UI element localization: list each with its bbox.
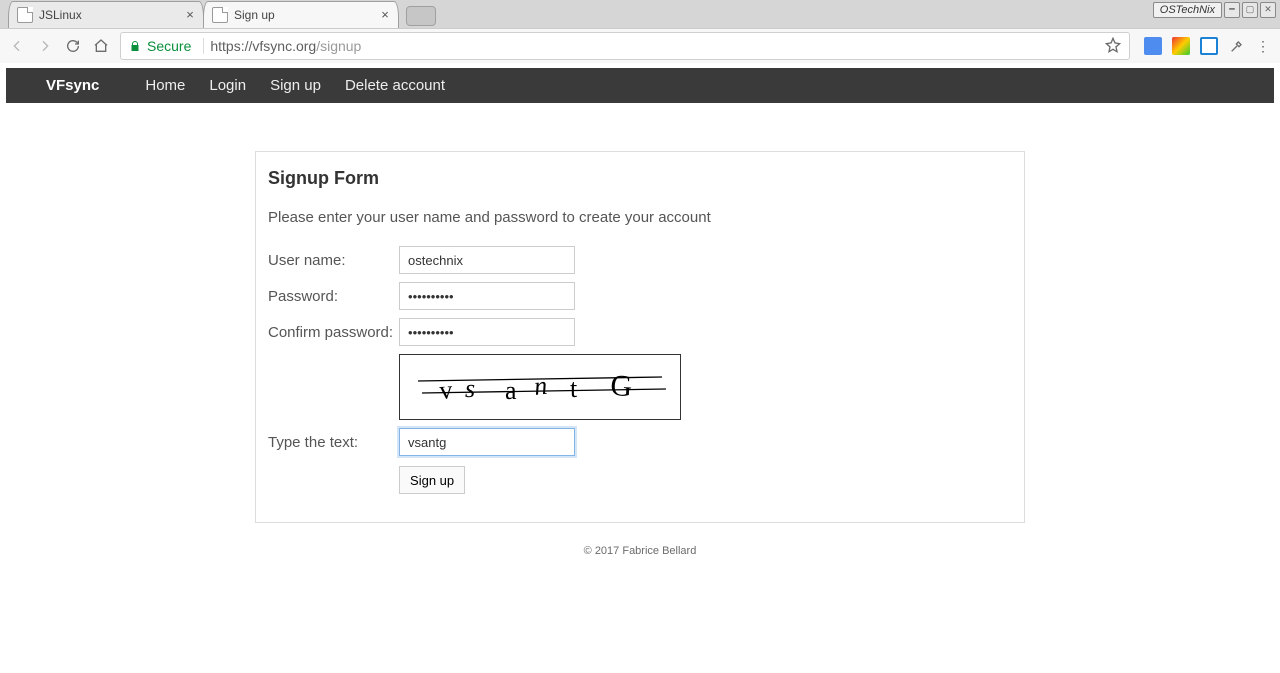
url-host: vfsync.org bbox=[252, 38, 316, 54]
url-scheme: https:// bbox=[210, 38, 252, 54]
svg-text:a: a bbox=[505, 376, 517, 405]
address-bar-row: Secure https://vfsync.org/signup ⋮ bbox=[0, 28, 1280, 63]
label-confirm: Confirm password: bbox=[268, 314, 399, 350]
tab-strip: JSLinux × Sign up × bbox=[0, 0, 1280, 28]
page-icon bbox=[212, 7, 228, 23]
page-icon bbox=[17, 7, 33, 23]
svg-text:G: G bbox=[610, 369, 633, 403]
page-footer: © 2017 Fabrice Bellard bbox=[0, 545, 1280, 557]
extension-translate-icon[interactable] bbox=[1144, 37, 1162, 55]
extension-chrome-store-icon[interactable] bbox=[1172, 37, 1190, 55]
label-password: Password: bbox=[268, 278, 399, 314]
bookmark-star-icon[interactable] bbox=[1105, 37, 1121, 56]
nav-home[interactable]: Home bbox=[145, 77, 185, 94]
site-navbar: VFsync Home Login Sign up Delete account bbox=[6, 68, 1274, 103]
browser-chrome: OSTechNix ━ ▢ ✕ JSLinux × Sign up × bbox=[0, 0, 1280, 63]
tab-signup[interactable]: Sign up × bbox=[203, 1, 399, 28]
username-field[interactable] bbox=[399, 246, 575, 274]
tab-title: JSLinux bbox=[39, 8, 181, 22]
back-icon[interactable] bbox=[8, 37, 26, 55]
extension-screenshot-icon[interactable] bbox=[1200, 37, 1218, 55]
svg-text:s: s bbox=[465, 374, 475, 403]
window-maximize-button[interactable]: ▢ bbox=[1242, 2, 1258, 18]
confirm-password-field[interactable] bbox=[399, 318, 575, 346]
address-bar[interactable]: Secure https://vfsync.org/signup bbox=[120, 32, 1130, 60]
label-username: User name: bbox=[268, 242, 399, 278]
window-controls: ━ ▢ ✕ bbox=[1224, 2, 1276, 18]
home-icon[interactable] bbox=[92, 37, 110, 55]
label-captcha: Type the text: bbox=[268, 424, 399, 460]
password-field[interactable] bbox=[399, 282, 575, 310]
eyedropper-icon[interactable] bbox=[1228, 37, 1246, 55]
brand[interactable]: VFsync bbox=[46, 77, 99, 94]
page-body: Signup Form Please enter your user name … bbox=[0, 103, 1280, 523]
signup-card: Signup Form Please enter your user name … bbox=[255, 151, 1025, 523]
url-path: /signup bbox=[316, 38, 361, 54]
form-heading: Signup Form bbox=[268, 168, 1012, 189]
forward-icon[interactable] bbox=[36, 37, 54, 55]
new-tab-button[interactable] bbox=[406, 6, 436, 26]
signup-button[interactable]: Sign up bbox=[399, 466, 465, 494]
separator bbox=[203, 38, 204, 54]
nav-signup[interactable]: Sign up bbox=[270, 77, 321, 94]
svg-text:v: v bbox=[438, 375, 453, 405]
captcha-image: v s a n t G bbox=[399, 354, 681, 420]
signup-form: User name: Password: Confirm password: bbox=[268, 242, 687, 498]
nav-delete[interactable]: Delete account bbox=[345, 77, 445, 94]
captcha-field[interactable] bbox=[399, 428, 575, 456]
close-icon[interactable]: × bbox=[380, 10, 390, 20]
os-watermark: OSTechNix bbox=[1153, 2, 1222, 18]
lock-icon bbox=[129, 39, 141, 53]
nav-login[interactable]: Login bbox=[209, 77, 246, 94]
window-close-button[interactable]: ✕ bbox=[1260, 2, 1276, 18]
menu-icon[interactable]: ⋮ bbox=[1256, 38, 1272, 55]
tab-title: Sign up bbox=[234, 8, 376, 22]
form-instructions: Please enter your user name and password… bbox=[268, 209, 1012, 226]
tab-jslinux[interactable]: JSLinux × bbox=[8, 1, 204, 28]
reload-icon[interactable] bbox=[64, 37, 82, 55]
close-icon[interactable]: × bbox=[185, 10, 195, 20]
page-viewport: VFsync Home Login Sign up Delete account… bbox=[0, 63, 1280, 673]
extensions-area: ⋮ bbox=[1140, 37, 1272, 55]
secure-label: Secure bbox=[147, 38, 191, 54]
svg-text:n: n bbox=[533, 371, 549, 401]
window-minimize-button[interactable]: ━ bbox=[1224, 2, 1240, 18]
svg-text:t: t bbox=[570, 374, 578, 403]
